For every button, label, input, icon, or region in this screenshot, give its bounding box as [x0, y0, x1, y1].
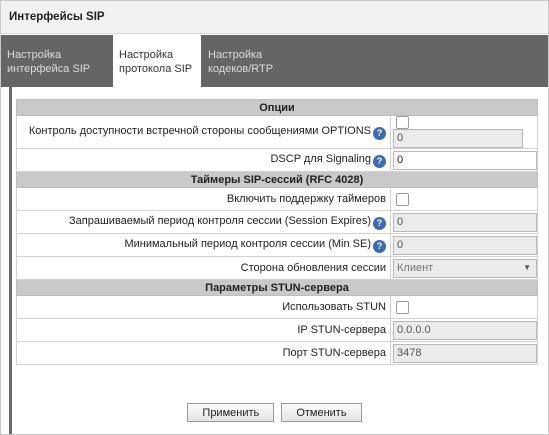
options-interval-input[interactable]: 0: [393, 129, 523, 148]
left-accent-bar: [9, 87, 12, 434]
tab-sip-interface-settings[interactable]: Настройка интерфейса SIP: [1, 35, 112, 87]
use-stun-checkbox[interactable]: [396, 300, 409, 314]
tab-codecs-rtp-settings[interactable]: Настройка кодеков/RTP: [202, 35, 292, 87]
table-row: Сторона обновления сессии Клиент ▼: [16, 256, 538, 280]
help-icon[interactable]: ?: [373, 126, 386, 140]
section-header-stun: Параметры STUN-сервера: [16, 279, 538, 296]
table-row: IP STUN-сервера 0.0.0.0: [16, 318, 538, 342]
tab-label-line2: кодеков/RTP: [208, 63, 274, 75]
form-buttons: Применить Отменить: [1, 403, 548, 422]
window-title: Интерфейсы SIP: [1, 1, 548, 34]
table-row: DSCP для Signaling? 0: [16, 148, 538, 172]
dscp-input[interactable]: 0: [393, 150, 537, 170]
refresher-select[interactable]: Клиент ▼: [393, 258, 537, 278]
stun-ip-input[interactable]: 0.0.0.0: [393, 320, 537, 340]
options-control-checkbox[interactable]: [396, 116, 409, 129]
session-expires-label: Запрашиваемый период контроля сессии (Se…: [69, 214, 371, 227]
table-row: Использовать STUN: [16, 295, 538, 319]
section-header-options: Опции: [16, 99, 538, 116]
enable-timers-label: Включить поддержку таймеров: [226, 193, 386, 205]
tab-label-line2: интерфейса SIP: [7, 63, 91, 75]
help-icon[interactable]: ?: [373, 216, 386, 230]
dscp-label: DSCP для Signaling: [270, 152, 371, 165]
tab-sip-protocol-settings[interactable]: Настройка протокола SIP: [113, 35, 201, 89]
table-row: Порт STUN-сервера 3478: [16, 341, 538, 365]
stun-port-label: Порт STUN-сервера: [282, 347, 386, 359]
table-row: Контроль доступности встречной стороны с…: [16, 115, 538, 149]
cancel-button[interactable]: Отменить: [281, 403, 362, 422]
help-icon[interactable]: ?: [373, 154, 386, 168]
help-icon[interactable]: ?: [373, 239, 386, 253]
sip-interfaces-window: Интерфейсы SIP Настройка интерфейса SIP …: [0, 0, 549, 435]
table-row: Минимальный период контроля сессии (Min …: [16, 233, 538, 257]
settings-table: Опции Контроль доступности встречной сто…: [16, 99, 538, 365]
content-panel: Опции Контроль доступности встречной сто…: [1, 87, 548, 434]
enable-timers-checkbox[interactable]: [396, 192, 409, 206]
refresher-selected-value: Клиент: [397, 261, 434, 274]
session-expires-input[interactable]: 0: [393, 212, 537, 232]
stun-port-input[interactable]: 3478: [393, 343, 537, 363]
tab-bar: Настройка интерфейса SIP Настройка прото…: [1, 35, 548, 89]
refresher-label: Сторона обновления сессии: [240, 262, 386, 274]
use-stun-label: Использовать STUN: [282, 301, 386, 313]
chevron-down-icon: ▼: [523, 262, 531, 272]
min-se-input[interactable]: 0: [393, 235, 537, 255]
stun-ip-label: IP STUN-сервера: [297, 324, 386, 336]
tab-label-line1: Настройка: [208, 49, 263, 61]
apply-button[interactable]: Применить: [187, 403, 275, 422]
min-se-label: Минимальный период контроля сессии (Min …: [124, 237, 371, 250]
tab-label-line1: Настройка: [7, 49, 62, 61]
table-row: Запрашиваемый период контроля сессии (Se…: [16, 210, 538, 234]
options-control-label: Контроль доступности встречной стороны с…: [28, 124, 371, 137]
tab-label-line2: протокола SIP: [119, 63, 193, 75]
tab-label-line1: Настройка: [119, 49, 174, 61]
table-row: Включить поддержку таймеров: [16, 187, 538, 211]
section-header-timers: Таймеры SIP-сессий (RFC 4028): [16, 171, 538, 188]
